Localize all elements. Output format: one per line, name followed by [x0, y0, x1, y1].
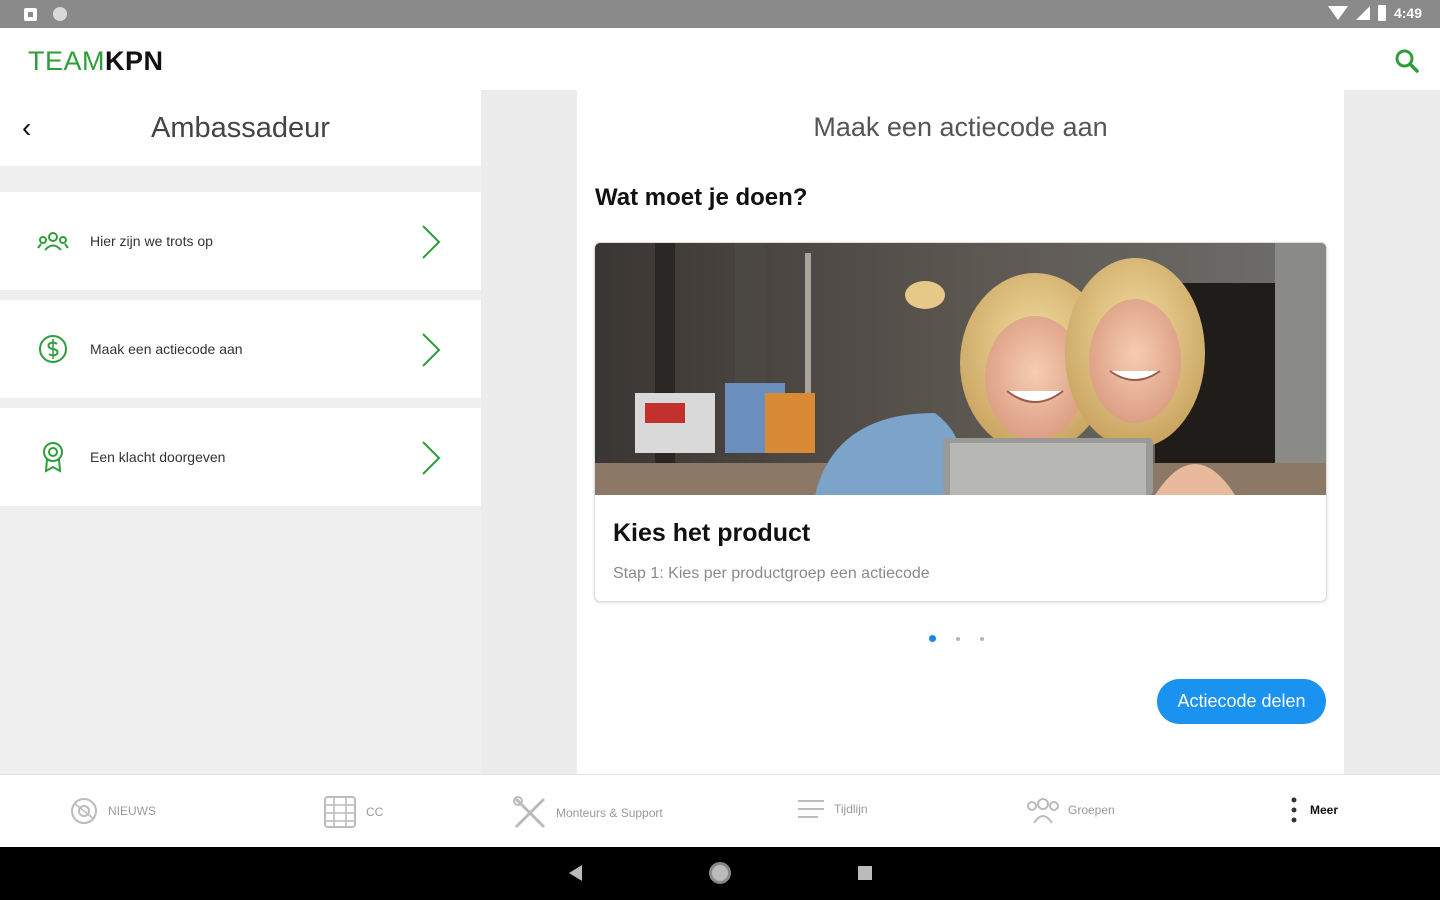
panel-divider — [481, 90, 577, 774]
pager-dot[interactable] — [980, 636, 984, 641]
app-bar: TEAMKPN — [0, 28, 1440, 90]
nav-item-cc[interactable]: CC — [322, 795, 383, 829]
tools-icon — [513, 796, 546, 829]
more-icon — [1291, 797, 1297, 823]
system-home-icon[interactable] — [709, 862, 731, 884]
nav-label: NIEUWS — [108, 804, 156, 818]
bottom-navigation: NIEUWS CC Monteurs & Support Tijdlijn Gr… — [0, 774, 1440, 847]
status-time: 4:49 — [1393, 5, 1422, 21]
section-heading: Wat moet je doen? — [595, 184, 808, 211]
menu-item-trots[interactable]: Hier zijn we trots op — [0, 192, 481, 290]
share-actiecode-button[interactable]: Actiecode delen — [1157, 679, 1326, 724]
system-recents-icon[interactable] — [858, 866, 872, 880]
status-bar: 4:49 — [0, 0, 1440, 28]
menu-item-label: Maak een actiecode aan — [90, 341, 243, 357]
menu-item-label: Hier zijn we trots op — [90, 233, 213, 249]
step-card[interactable]: Kies het product Stap 1: Kies per produc… — [594, 242, 1327, 602]
nav-item-monteurs-support[interactable]: Monteurs & Support — [512, 795, 663, 831]
menu-item-label: Een klacht doorgeven — [90, 449, 226, 465]
left-panel-header: ‹ Ambassadeur — [0, 90, 481, 166]
chevron-right-icon — [422, 441, 441, 475]
news-icon — [71, 798, 97, 824]
menu-item-actiecode[interactable]: Maak een actiecode aan — [0, 300, 481, 398]
pager-dot[interactable] — [956, 636, 960, 641]
logo-part1: TEAM — [28, 46, 106, 76]
carousel-pager — [929, 635, 984, 642]
nav-label: CC — [366, 805, 384, 819]
notification-icon — [24, 7, 37, 21]
card-title: Kies het product — [613, 519, 811, 547]
signal-icon — [1355, 6, 1370, 20]
nav-item-nieuws[interactable]: NIEUWS — [68, 795, 156, 827]
system-navigation-bar — [0, 847, 1440, 900]
notification-dot-icon — [53, 7, 67, 21]
right-panel: Maak een actiecode aan Wat moet je doen? — [577, 90, 1344, 774]
timeline-icon — [798, 800, 824, 818]
logo-part2: KPN — [105, 46, 164, 76]
two-girls-with-tablet-photo — [595, 243, 1326, 495]
nav-label: Groepen — [1068, 803, 1115, 817]
right-panel-title: Maak een actiecode aan — [813, 112, 1108, 142]
groups-icon — [1027, 798, 1059, 824]
nav-label: Meer — [1310, 803, 1339, 817]
nav-label: Tijdlijn — [834, 802, 868, 816]
award-icon — [43, 442, 63, 473]
search-icon[interactable] — [1394, 48, 1420, 74]
nav-item-meer[interactable]: Meer — [1286, 795, 1338, 825]
nav-item-tijdlijn[interactable]: Tijdlijn — [796, 795, 868, 823]
wifi-icon — [1327, 6, 1348, 20]
teamkpn-logo[interactable]: TEAMKPN — [28, 46, 164, 77]
coin-icon — [39, 335, 67, 363]
card-subtitle: Stap 1: Kies per productgroep een actiec… — [613, 565, 930, 582]
system-back-icon[interactable] — [569, 865, 582, 881]
team-icon — [37, 232, 69, 251]
chevron-right-icon — [422, 333, 441, 367]
cc-icon — [324, 796, 356, 828]
battery-icon — [1377, 5, 1386, 21]
left-panel: ‹ Ambassadeur Hier zijn we trots op Maak… — [0, 90, 481, 774]
nav-label: Monteurs & Support — [556, 806, 663, 820]
chevron-right-icon — [422, 225, 441, 259]
nav-item-groepen[interactable]: Groepen — [1026, 795, 1115, 825]
left-panel-title: Ambassadeur — [151, 112, 330, 144]
pager-dot[interactable] — [929, 635, 936, 642]
menu-item-klacht[interactable]: Een klacht doorgeven — [0, 408, 481, 506]
panel-margin — [1344, 90, 1440, 774]
